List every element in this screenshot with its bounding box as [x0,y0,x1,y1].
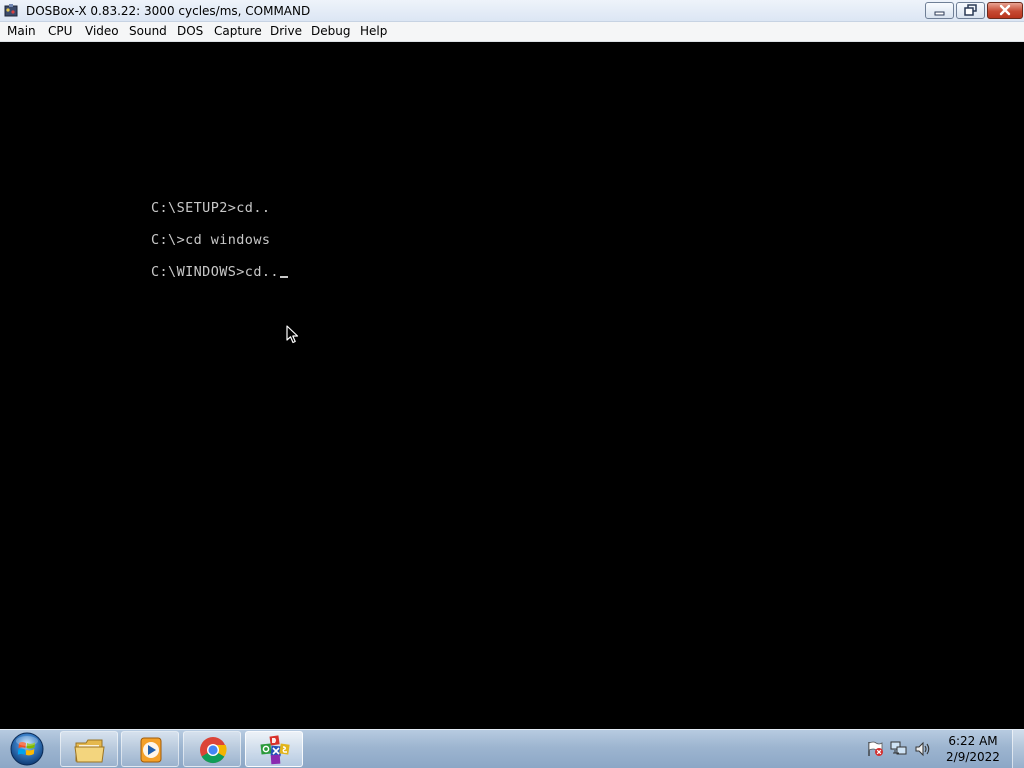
menu-drive[interactable]: Drive [270,22,302,41]
menu-sound[interactable]: Sound [129,22,167,41]
taskbar-clock[interactable]: 6:22 AM 2/9/2022 [940,733,1006,765]
desktop-screen: DOSBox-X 0.83.22: 3000 cycles/ms, COMMAN… [0,0,1024,768]
window-title: DOSBox-X 0.83.22: 3000 cycles/ms, COMMAN… [26,4,311,18]
dos-console[interactable]: C:\SETUP2>cd.. C:\>cd windows C:\WINDOWS… [0,42,1024,729]
console-line: C:\>cd windows [151,232,271,248]
close-icon [999,4,1011,16]
dosbox-icon [260,735,290,765]
windows-start-orb-icon[interactable] [6,730,50,768]
media-player-icon [140,737,162,763]
menu-help[interactable]: Help [360,22,387,41]
menu-main[interactable]: Main [7,22,36,41]
network-icon[interactable] [890,741,908,757]
console-line: C:\WINDOWS>cd.. [151,264,279,280]
clock-time: 6:22 AM [948,734,998,748]
minimize-button[interactable] [925,2,954,19]
console-line: C:\SETUP2>cd.. [151,200,271,216]
taskbar-media-player-button[interactable] [121,731,179,767]
text-cursor [279,276,288,278]
taskbar-explorer-button[interactable] [60,731,118,767]
taskbar-dosbox-button[interactable] [245,731,303,767]
close-button[interactable] [987,2,1023,19]
menu-capture[interactable]: Capture [214,22,262,41]
menu-cpu[interactable]: CPU [48,22,72,41]
taskbar-chrome-button[interactable] [183,731,241,767]
taskbar: 6:22 AM 2/9/2022 [0,729,1024,768]
menu-bar: Main CPU Video Sound DOS Capture Drive D… [0,22,1024,42]
folder-icon [74,739,105,763]
clock-date: 2/9/2022 [946,750,1000,764]
menu-dos[interactable]: DOS [177,22,203,41]
maximize-button[interactable] [956,2,985,19]
volume-icon[interactable] [914,741,932,757]
minimize-icon [934,11,945,16]
chrome-icon [200,737,227,764]
action-center-flag-icon[interactable] [866,741,884,757]
dosbox-app-icon[interactable] [3,3,19,19]
window-title-bar[interactable]: DOSBox-X 0.83.22: 3000 cycles/ms, COMMAN… [0,0,1024,22]
console-prompt-line: C:\WINDOWS>cd.. [151,264,288,280]
restore-icon [964,4,977,16]
mouse-pointer-icon [286,325,299,344]
show-desktop-button[interactable] [1012,730,1024,768]
menu-video[interactable]: Video [85,22,119,41]
menu-debug[interactable]: Debug [311,22,350,41]
